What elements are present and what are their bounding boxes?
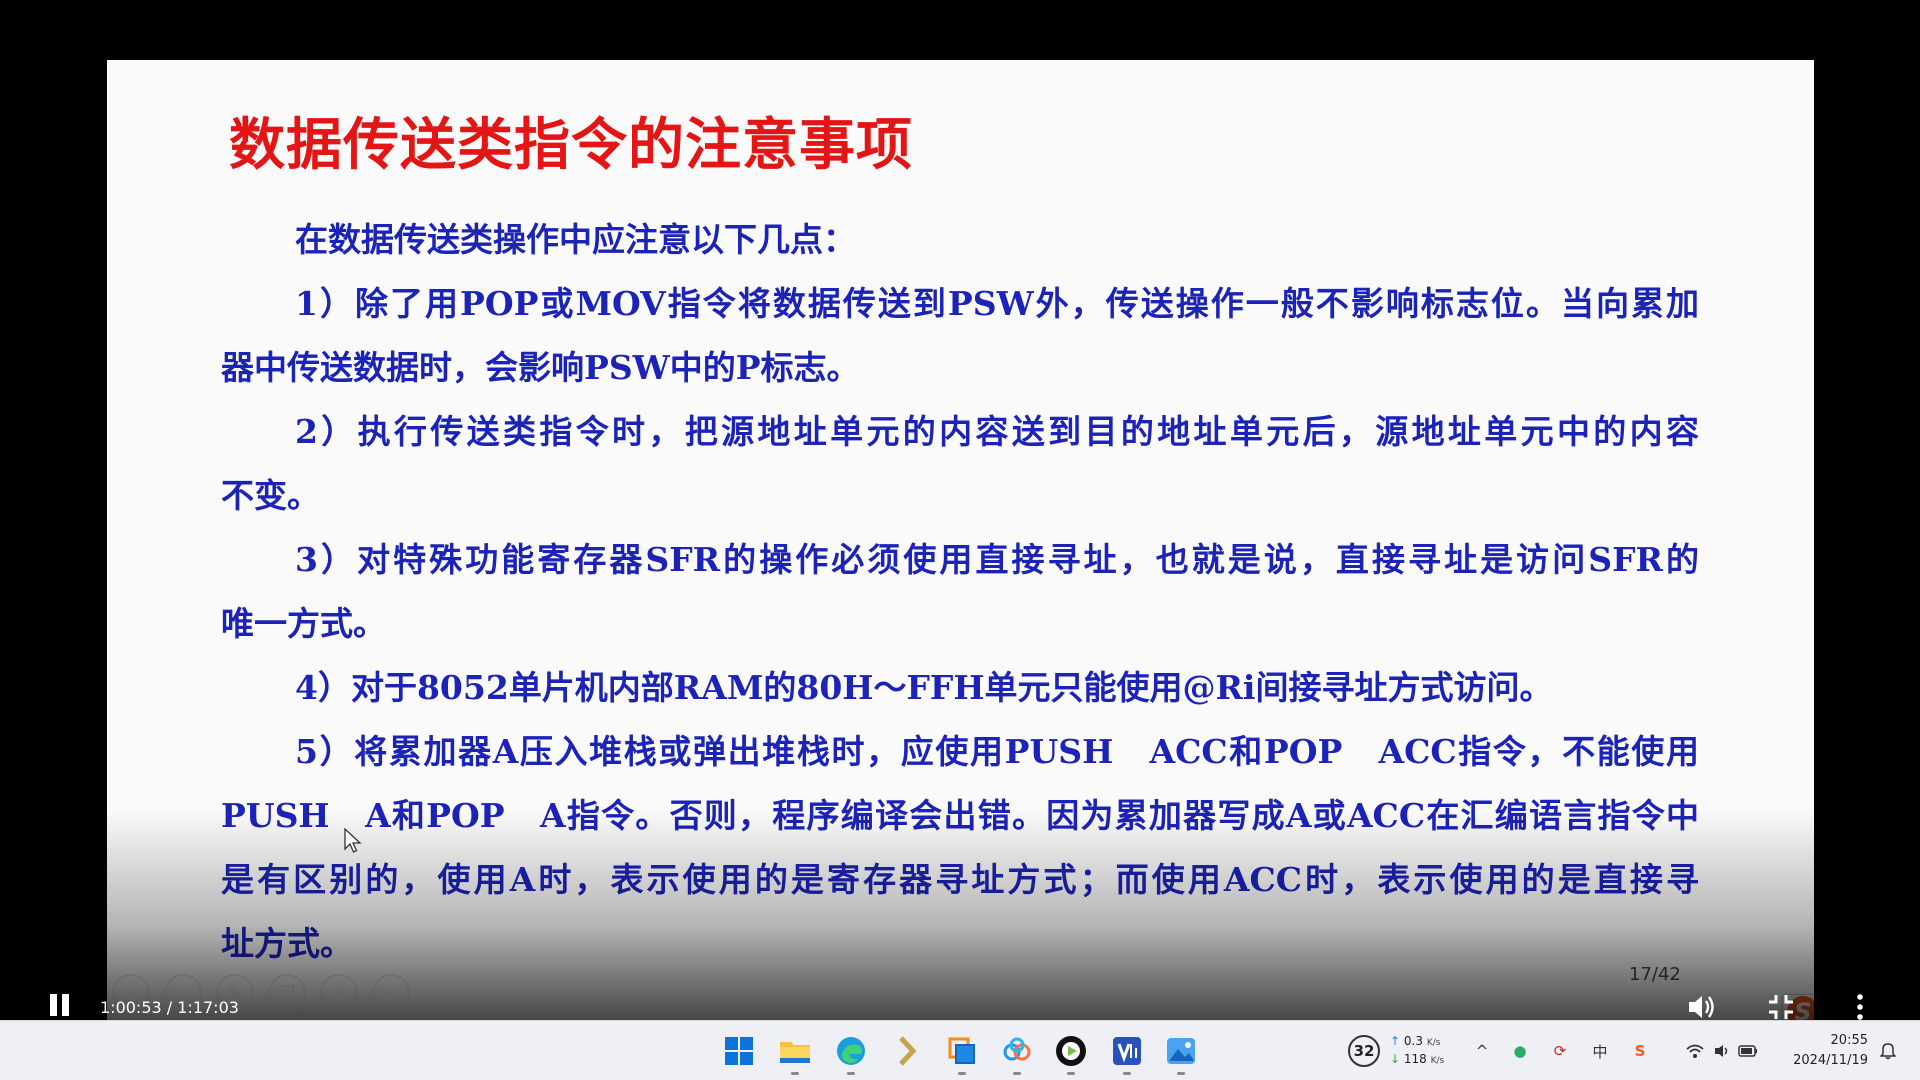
battery-icon[interactable] bbox=[1738, 1041, 1758, 1061]
player-control-bar: 1:00:53 / 1:17:03 bbox=[0, 990, 1920, 1020]
slide-line: 在数据传送类操作中应注意以下几点： bbox=[295, 220, 856, 259]
chevron-up-icon[interactable]: ^ bbox=[1472, 1041, 1492, 1061]
upload-arrow-icon: ↑ bbox=[1390, 1034, 1401, 1048]
playback-time: 1:00:53 / 1:17:03 bbox=[100, 998, 239, 1017]
speaker-icon[interactable] bbox=[1712, 1041, 1732, 1061]
mouse-cursor-icon bbox=[344, 828, 362, 853]
sync-icon[interactable]: ⟳ bbox=[1550, 1041, 1570, 1061]
slide-line: 不变。 bbox=[221, 476, 320, 515]
input-method-indicator[interactable]: 中 bbox=[1590, 1041, 1610, 1061]
notification-bell-icon[interactable] bbox=[1878, 1041, 1898, 1061]
net-down-unit: K/s bbox=[1430, 1056, 1445, 1066]
slide-line: 是有区别的，使用A时，表示使用的是寄存器寻址方式；而使用ACC时，表示使用的是直… bbox=[221, 860, 1699, 899]
windows-start-icon[interactable] bbox=[719, 1031, 759, 1071]
more-options-icon[interactable] bbox=[1848, 990, 1872, 1020]
net-down-value: 118 bbox=[1403, 1052, 1427, 1066]
clock-time: 20:55 bbox=[1830, 1033, 1868, 1048]
slide-line: 1）除了用POP或MOV指令将数据传送到PSW外，传送操作一般不影响标志位。当向… bbox=[295, 284, 1699, 323]
slide-line: 唯一方式。 bbox=[221, 604, 386, 643]
edge-icon[interactable] bbox=[831, 1031, 871, 1075]
download-arrow-icon: ↓ bbox=[1390, 1052, 1401, 1066]
sogou-tray-icon[interactable]: S bbox=[1630, 1041, 1650, 1061]
slide-line: 址方式。 bbox=[221, 924, 353, 963]
net-up-value: 0.3 bbox=[1403, 1034, 1423, 1048]
wifi-icon[interactable] bbox=[1685, 1041, 1705, 1061]
net-up-unit: K/s bbox=[1426, 1038, 1441, 1048]
video-player[interactable]: 数据传送类指令的注意事项 在数据传送类操作中应注意以下几点： 1）除了用POP或… bbox=[0, 0, 1920, 1020]
network-speed-meter: ↑ 0.3 K/s ↓ 118 K/s bbox=[1390, 1033, 1444, 1069]
windows-taskbar: 32 ↑ 0.3 K/s ↓ 118 K/s ^ ● ⟳ 中 S 20:55 2… bbox=[0, 1020, 1920, 1080]
task-view-icon[interactable] bbox=[942, 1031, 982, 1075]
volume-icon[interactable] bbox=[1684, 990, 1718, 1020]
wechat-icon[interactable]: ● bbox=[1510, 1041, 1530, 1061]
vs-icon[interactable] bbox=[1107, 1031, 1147, 1075]
kingsoft-icon[interactable] bbox=[887, 1031, 927, 1071]
exit-fullscreen-icon[interactable] bbox=[1764, 990, 1798, 1020]
slide-line: 器中传送数据时，会影响PSW中的P标志。 bbox=[221, 348, 860, 387]
slide-line: 5）将累加器A压入堆栈或弹出堆栈时，应使用PUSH ACC和POP ACC指令，… bbox=[295, 732, 1699, 771]
slide-line: 4）对于8052单片机内部RAM的80H～FFH单元只能使用@Ri间接寻址方式访… bbox=[295, 668, 1553, 707]
clock-date: 2024/11/19 bbox=[1793, 1053, 1868, 1068]
slide-line: PUSH A和POP A指令。否则，程序编译会出错。因为累加器写成A或ACC在汇… bbox=[221, 796, 1699, 835]
weather-badge[interactable]: 32 bbox=[1348, 1035, 1380, 1067]
baidu-netdisk-icon[interactable] bbox=[997, 1031, 1037, 1075]
file-explorer-icon[interactable] bbox=[775, 1031, 815, 1075]
slide-body: 在数据传送类操作中应注意以下几点： 1）除了用POP或MOV指令将数据传送到PS… bbox=[221, 208, 1699, 976]
slide-line: 2）执行传送类指令时，把源地址单元的内容送到目的地址单元后，源地址单元中的内容 bbox=[295, 412, 1699, 451]
photos-icon[interactable] bbox=[1161, 1031, 1201, 1075]
slide-title: 数据传送类指令的注意事项 bbox=[229, 113, 913, 178]
presentation-slide: 数据传送类指令的注意事项 在数据传送类操作中应注意以下几点： 1）除了用POP或… bbox=[107, 60, 1814, 1020]
slide-page-indicator: 17/42 bbox=[1629, 964, 1681, 985]
video-app-icon[interactable] bbox=[1051, 1031, 1091, 1075]
slide-line: 3）对特殊功能寄存器SFR的操作必须使用直接寻址，也就是说，直接寻址是访问SFR… bbox=[295, 540, 1699, 579]
taskbar-clock[interactable]: 20:55 2024/11/19 bbox=[1774, 1031, 1868, 1071]
pause-icon[interactable] bbox=[47, 990, 73, 1018]
